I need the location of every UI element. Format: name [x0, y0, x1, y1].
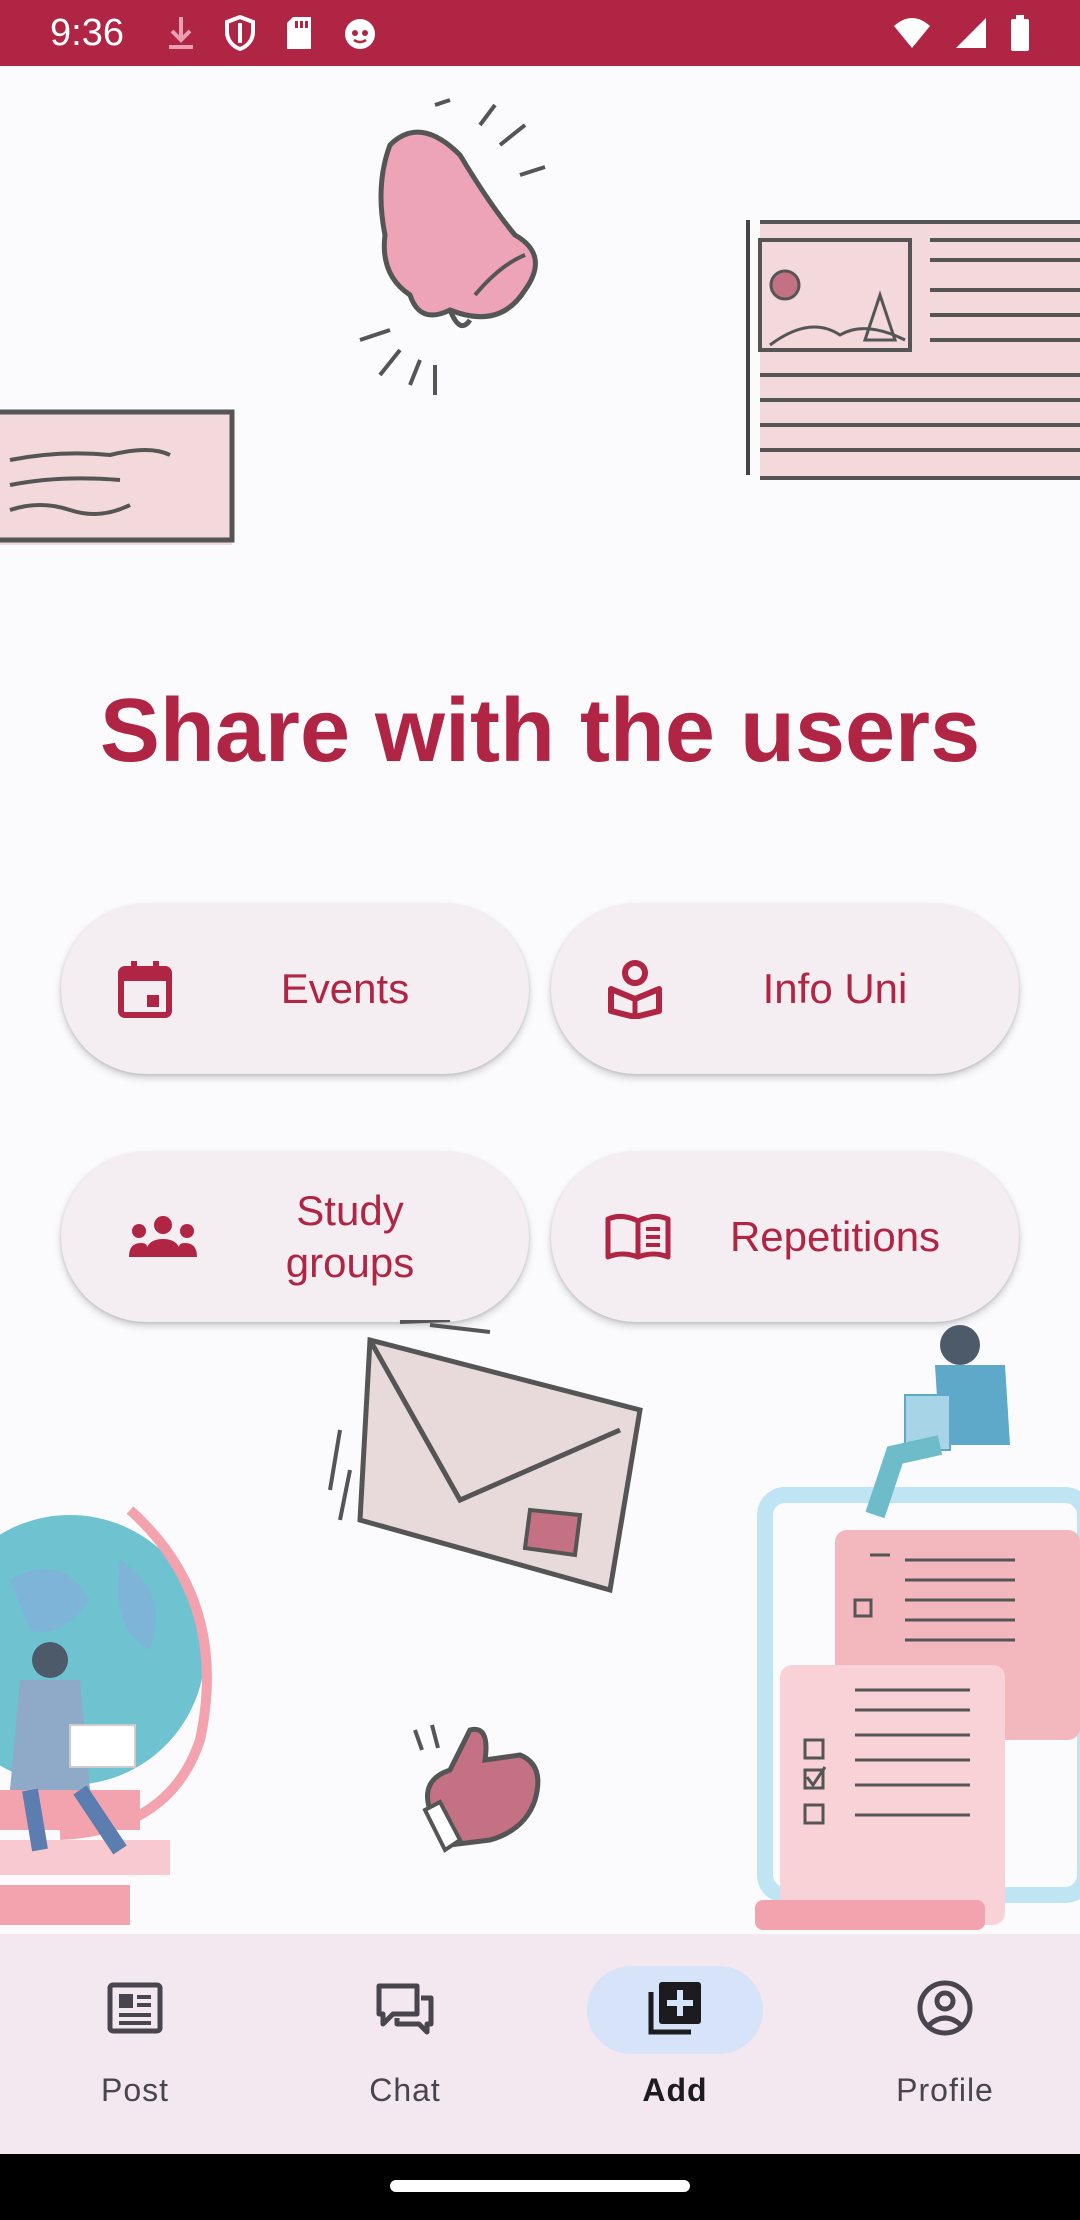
signal-icon: [954, 16, 988, 50]
wifi-icon: [892, 16, 932, 50]
repetitions-label: Repetitions: [729, 1213, 941, 1260]
newspaper-icon: [107, 1982, 163, 2039]
download-icon: [166, 15, 196, 51]
open-book-icon: [603, 1205, 673, 1269]
nav-item-profile[interactable]: Profile: [810, 1934, 1080, 2154]
status-time: 9:36: [50, 11, 124, 54]
sd-card-icon: [284, 15, 314, 51]
status-bar: 9:36: [0, 0, 1080, 66]
nav-label-profile: Profile: [896, 2072, 994, 2108]
calendar-icon: [113, 957, 177, 1021]
nav-pill-chat: [317, 1966, 493, 2054]
chat-bubbles-icon: [375, 1980, 435, 2041]
gesture-bar: [0, 2154, 1080, 2220]
nav-label-chat: Chat: [369, 2072, 441, 2108]
info-uni-button[interactable]: Info Uni: [551, 904, 1019, 1074]
bell-illustration: [359, 98, 546, 395]
events-label: Events: [280, 965, 410, 1012]
ticket-illustration: [0, 409, 235, 545]
nav-item-add[interactable]: Add: [540, 1934, 810, 2154]
globe-reader-illustration: [0, 1506, 212, 1925]
home-gesture-handle[interactable]: [390, 2180, 690, 2192]
shield-icon: [224, 15, 256, 51]
nav-pill-post: [47, 1966, 223, 2054]
add-library-icon: [647, 1980, 703, 2041]
study-groups-button[interactable]: Study groups: [61, 1152, 529, 1322]
page-title: Share with the users: [99, 681, 981, 781]
repetitions-button[interactable]: Repetitions: [551, 1152, 1019, 1322]
nav-label-add: Add: [642, 2072, 708, 2108]
student-checklist-illustration: [755, 1325, 1080, 1930]
nav-pill-profile: [857, 1966, 1033, 2054]
nav-item-post[interactable]: Post: [0, 1934, 270, 2154]
groups-icon: [125, 1205, 201, 1269]
battery-icon: [1010, 15, 1030, 51]
account-circle-icon: [916, 1979, 974, 2042]
reading-person-icon: [603, 957, 667, 1021]
nav-pill-add: [587, 1966, 763, 2054]
thumbs-up-illustration: [413, 1724, 541, 1853]
nav-label-post: Post: [100, 2072, 170, 2108]
bottom-navigation: Post Chat Add Profile: [0, 1934, 1080, 2154]
newspaper-illustration: [746, 220, 1080, 480]
envelope-illustration: [328, 1320, 643, 1594]
nav-item-chat[interactable]: Chat: [270, 1934, 540, 2154]
cat-icon: [342, 15, 378, 51]
study-groups-label: Study groups: [285, 1187, 415, 1286]
events-button[interactable]: Events: [61, 904, 529, 1074]
info-uni-label: Info Uni: [762, 965, 908, 1012]
